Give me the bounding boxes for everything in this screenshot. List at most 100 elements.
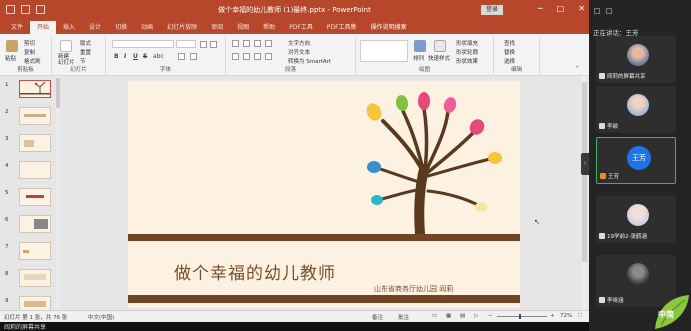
new-slide-icon[interactable] <box>60 40 72 52</box>
zoom-out-icon[interactable]: − <box>488 313 493 319</box>
shape-fill-button[interactable]: 形状填充 <box>456 39 478 47</box>
zoom-slider-handle[interactable] <box>519 314 521 319</box>
quick-styles-icon[interactable] <box>434 40 446 52</box>
avatar <box>627 263 649 285</box>
slide-thumbnail[interactable] <box>19 161 51 179</box>
grow-font-icon[interactable] <box>200 41 207 48</box>
tab-insert[interactable]: 插入 <box>56 21 82 34</box>
shrink-font-icon[interactable] <box>210 41 217 48</box>
paste-icon[interactable] <box>6 40 18 52</box>
slide-thumbnail[interactable] <box>19 215 51 233</box>
arrange-button[interactable]: 排列 <box>413 54 424 62</box>
increase-indent-icon[interactable] <box>265 40 272 47</box>
tab-file[interactable]: 文件 <box>4 21 30 34</box>
tab-review[interactable]: 审阅 <box>204 21 230 34</box>
strikethrough-button[interactable]: S <box>143 53 147 60</box>
fit-window-icon[interactable]: ⛶ <box>578 313 582 320</box>
layout-button[interactable]: 版式 <box>80 39 91 47</box>
font-name-combo[interactable] <box>112 40 174 48</box>
quick-styles-button[interactable]: 快速样式 <box>428 54 450 62</box>
zoom-in-icon[interactable]: + <box>550 313 555 319</box>
minimize-button[interactable]: ─ <box>538 4 543 13</box>
group-label-font: 字体 <box>159 67 171 73</box>
font-color-icon[interactable] <box>178 53 185 60</box>
tab-home[interactable]: 开始 <box>30 21 57 34</box>
slide-subtitle[interactable]: 山东省商务厅幼儿园 阎莉 <box>374 284 453 294</box>
participant-tile[interactable]: 阎莉的屏幕共享 <box>596 36 676 83</box>
list-view-icon[interactable] <box>606 8 612 14</box>
justify-icon[interactable] <box>265 53 272 60</box>
section-button[interactable]: 节 <box>80 57 86 65</box>
align-right-icon[interactable] <box>254 53 261 60</box>
shadow-button[interactable]: abc <box>153 53 164 60</box>
bold-button[interactable]: B <box>114 53 119 60</box>
decrease-indent-icon[interactable] <box>254 40 261 47</box>
slide-thumbnail[interactable] <box>19 80 51 98</box>
tell-me-search[interactable]: 操作说明搜索 <box>364 21 414 34</box>
tab-view[interactable]: 视图 <box>230 21 256 34</box>
login-button[interactable]: 登录 <box>481 5 503 15</box>
arrange-icon[interactable] <box>414 40 426 52</box>
cut-button[interactable]: 剪切 <box>24 39 35 47</box>
replace-button[interactable]: 替换 <box>504 48 515 56</box>
shapes-gallery[interactable] <box>360 40 408 62</box>
collapse-panel-button[interactable]: › <box>581 153 589 175</box>
tab-slideshow[interactable]: 幻灯片放映 <box>160 21 204 34</box>
highlight-icon[interactable] <box>190 53 197 60</box>
format-painter-button[interactable]: 格式刷 <box>24 57 41 65</box>
current-slide[interactable]: 做个幸福的幼儿教师 山东省商务厅幼儿园 阎莉 <box>128 81 520 308</box>
slide-thumbnail[interactable] <box>19 107 51 125</box>
thumbnail-scrollbar[interactable] <box>56 76 60 310</box>
sorter-view-icon[interactable]: ▦ <box>446 313 451 319</box>
participant-tile[interactable]: 19学前2-张鹤涵 <box>596 196 676 243</box>
notes-button[interactable]: 备注 <box>372 313 383 321</box>
tab-pdf-tools[interactable]: PDF工具 <box>282 21 320 34</box>
grid-view-icon[interactable] <box>594 8 600 14</box>
tab-transitions[interactable]: 切换 <box>108 21 134 34</box>
numbering-icon[interactable] <box>243 40 250 47</box>
maximize-button[interactable]: □ <box>557 4 565 13</box>
align-text-button[interactable]: 对齐文本 <box>288 48 310 56</box>
reset-button[interactable]: 重置 <box>80 48 91 56</box>
bullets-icon[interactable] <box>232 40 239 47</box>
slide-thumbnail[interactable] <box>19 188 51 206</box>
copy-button[interactable]: 复制 <box>24 48 35 56</box>
participant-tile[interactable]: 王芳 王芳 <box>596 137 676 184</box>
comments-button[interactable]: 批注 <box>398 313 409 321</box>
group-editing: 查找 替换 选择 编辑 <box>494 36 540 74</box>
tab-pdf-toolset[interactable]: PDF工具集 <box>320 21 364 34</box>
tab-design[interactable]: 设计 <box>82 21 108 34</box>
participant-tile[interactable]: 李颖 <box>596 86 676 133</box>
text-direction-button[interactable]: 文字方向 <box>288 39 310 47</box>
tab-animations[interactable]: 动画 <box>134 21 160 34</box>
paste-button[interactable]: 粘贴 <box>5 54 16 62</box>
italic-button[interactable]: I <box>124 53 126 60</box>
tab-help[interactable]: 帮助 <box>256 21 282 34</box>
language-indicator[interactable]: 中文(中国) <box>88 313 114 321</box>
smartart-button[interactable]: 转换为 SmartArt <box>288 57 331 65</box>
close-button[interactable]: ✕ <box>578 4 585 13</box>
avatar <box>627 204 649 226</box>
scrollbar-thumb[interactable] <box>56 78 60 108</box>
collapse-ribbon-icon[interactable]: ⌃ <box>575 66 580 72</box>
normal-view-icon[interactable]: ▭ <box>432 313 437 319</box>
group-label-paragraph: 段落 <box>284 67 296 73</box>
slide-thumbnail[interactable] <box>19 269 51 287</box>
zoom-slider[interactable] <box>497 314 547 319</box>
align-left-icon[interactable] <box>232 53 239 60</box>
slide-thumbnail[interactable] <box>19 242 51 260</box>
editor-scrollbar[interactable] <box>582 76 587 310</box>
reading-view-icon[interactable]: ▤ <box>460 313 465 319</box>
group-clipboard: 粘贴 剪切 复制 格式刷 剪贴板 <box>0 36 52 74</box>
font-size-combo[interactable] <box>176 40 196 48</box>
slide-thumbnail[interactable] <box>19 134 51 152</box>
zoom-level[interactable]: 72% <box>560 313 572 319</box>
shape-effects-button[interactable]: 形状效果 <box>456 57 478 65</box>
shape-outline-button[interactable]: 形状轮廓 <box>456 48 478 56</box>
select-button[interactable]: 选择 <box>504 57 515 65</box>
slide-title[interactable]: 做个幸福的幼儿教师 <box>174 259 336 284</box>
align-center-icon[interactable] <box>243 53 250 60</box>
find-button[interactable]: 查找 <box>504 39 515 47</box>
slideshow-view-icon[interactable]: ▷ <box>474 313 478 319</box>
underline-button[interactable]: U <box>133 53 138 60</box>
